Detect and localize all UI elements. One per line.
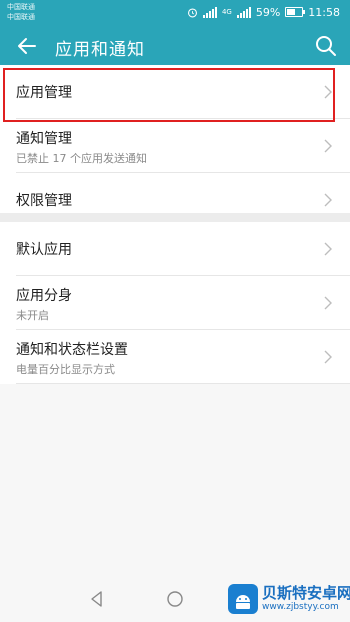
chevron-right-icon [324, 296, 332, 309]
item-subtitle: 未开启 [16, 309, 49, 322]
signal-2-icon [236, 6, 251, 18]
signal-icon [202, 6, 217, 18]
carrier-2: 中国联通 [7, 13, 35, 21]
status-bar: 中国联通 中国联通 4G 59% 11:58 [0, 0, 350, 25]
carrier-1: 中国联通 [7, 3, 35, 11]
back-arrow-icon[interactable] [14, 33, 40, 59]
network-type: 4G [221, 8, 232, 16]
item-subtitle: 已禁止 17 个应用发送通知 [16, 152, 147, 165]
item-title: 应用分身 [16, 288, 72, 304]
item-title: 权限管理 [16, 193, 72, 209]
carrier-info: 中国联通 中国联通 [7, 2, 35, 22]
item-subtitle: 电量百分比显示方式 [16, 363, 115, 376]
header: 中国联通 中国联通 4G 59% 11:58 应用和通知 [0, 0, 350, 65]
notification-statusbar-settings-item[interactable]: 通知和状态栏设置 电量百分比显示方式 [16, 330, 350, 384]
highlight-box [3, 68, 335, 122]
watermark-url: www.zjbstyy.com [262, 602, 339, 612]
notification-management-item[interactable]: 通知管理 已禁止 17 个应用发送通知 [16, 119, 350, 173]
alarm-icon [187, 7, 197, 17]
chevron-right-icon [324, 139, 332, 152]
item-title: 通知和状态栏设置 [16, 342, 128, 358]
search-icon[interactable] [314, 34, 338, 58]
watermark: 贝斯特安卓网 www.zjbstyy.com [228, 580, 350, 620]
item-title: 默认应用 [16, 242, 72, 258]
clock: 11:58 [308, 5, 340, 19]
android-icon [236, 595, 250, 609]
app-twin-item[interactable]: 应用分身 未开启 [16, 276, 350, 330]
default-apps-item[interactable]: 默认应用 [16, 222, 350, 276]
page-title: 应用和通知 [55, 40, 145, 60]
battery-icon [285, 7, 306, 17]
app-bar: 应用和通知 [0, 25, 350, 65]
watermark-name: 贝斯特安卓网 [262, 584, 350, 602]
settings-list-2: 默认应用 应用分身 未开启 通知和状态栏设置 电量百分比显示方式 [0, 222, 350, 384]
home-circle-icon[interactable] [164, 588, 186, 610]
watermark-logo [228, 584, 258, 614]
chevron-right-icon [324, 242, 332, 255]
status-icons: 4G 59% 11:58 [187, 4, 340, 20]
item-title: 通知管理 [16, 131, 72, 147]
battery-percent: 59% [255, 5, 281, 19]
chevron-right-icon [324, 193, 332, 206]
chevron-right-icon [324, 350, 332, 363]
section-divider [0, 213, 350, 222]
back-triangle-icon[interactable] [86, 588, 108, 610]
